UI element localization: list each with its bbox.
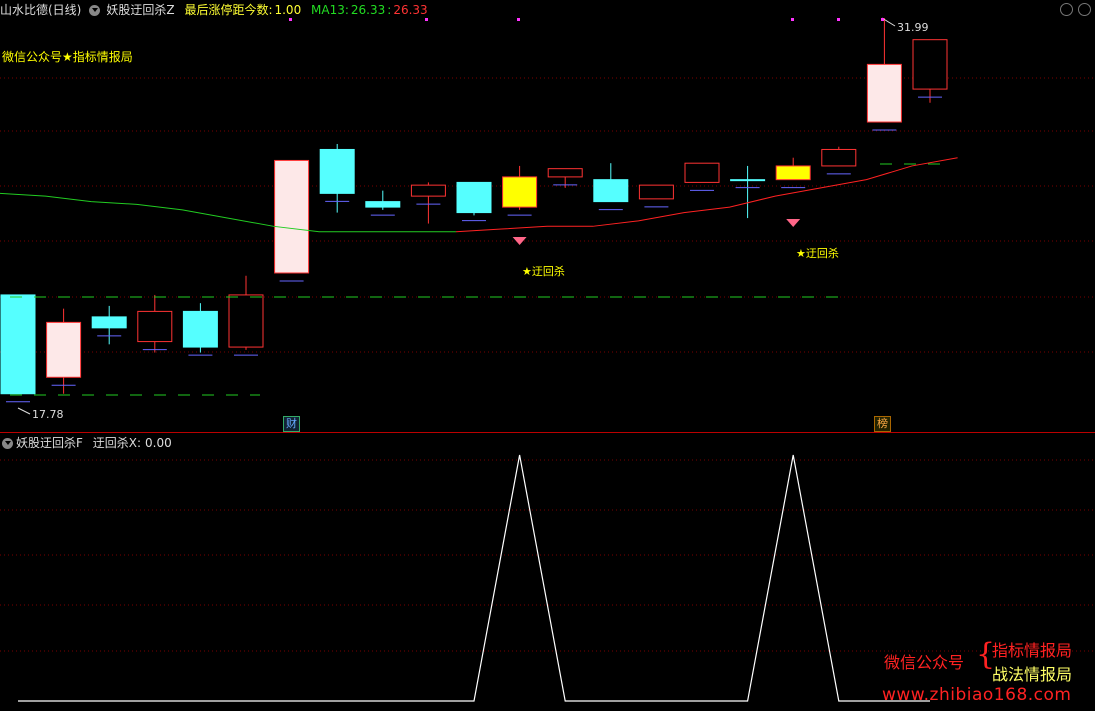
signal-marker-icon (786, 219, 801, 227)
candle-body (410, 184, 446, 197)
candle-body (319, 148, 355, 194)
candle (274, 159, 310, 282)
tag-finance[interactable]: 财 (283, 416, 300, 432)
candle-body (91, 316, 127, 329)
tag-ranking[interactable]: 榜 (874, 416, 891, 432)
candle (365, 190, 401, 216)
stock-name[interactable]: 山水比德(日线) (0, 3, 81, 17)
candle (866, 18, 902, 131)
signal-label: ★迂回杀 (796, 246, 839, 260)
candle (684, 162, 720, 191)
price-low-label: 17.78 (32, 408, 64, 421)
metric-label: 最后涨停距今数: (184, 3, 273, 17)
indicator-dropdown-icon[interactable] (2, 438, 13, 449)
candle (182, 303, 218, 356)
candle (46, 308, 82, 394)
candle (912, 39, 948, 103)
brand-url: www.zhibiao168.com (882, 685, 1072, 705)
sub-indicator-name[interactable]: 妖股迂回杀F (16, 436, 83, 450)
candle (593, 163, 629, 211)
brand-line2: 战法情报局 (992, 665, 1073, 684)
brand-line1: 指标情报局 (992, 641, 1073, 660)
candle-body (137, 310, 173, 343)
candle-body (46, 321, 82, 378)
candle-body (638, 184, 674, 200)
candlestick-chart: 31.99 17.78 ★迂回杀 ★迂回杀 (0, 17, 1095, 421)
candle (730, 165, 766, 219)
candle (456, 181, 492, 222)
candle (547, 168, 583, 188)
main-chart-panel: 31.99 17.78 ★迂回杀 ★迂回杀 山水比德(日线) 妖股迂回杀Z 最后涨停距今… (0, 0, 1095, 432)
candle-body (365, 201, 401, 208)
indicator-panel: 妖股迂回杀F 迂回杀X: 0.00 微信公众号 { 指标情报局 战法情报局 www… (0, 432, 1095, 711)
candle-body (866, 63, 902, 123)
close-icon[interactable] (1078, 3, 1091, 16)
indicator-name[interactable]: 妖股迂回杀Z (106, 3, 174, 17)
candle-body (274, 159, 310, 274)
candle (502, 165, 538, 216)
candle-body (502, 176, 538, 208)
candle (775, 157, 811, 189)
indicator-header: 妖股迂回杀F 迂回杀X: 0.00 (0, 435, 172, 451)
candle-body (730, 179, 766, 182)
candle (0, 294, 36, 403)
ma13-line-green (0, 192, 456, 233)
candle-body (547, 168, 583, 178)
candle (91, 305, 127, 345)
candle-body (228, 294, 264, 348)
candle (228, 275, 264, 356)
separator: : (387, 3, 392, 17)
series-value: 0.00 (145, 436, 172, 450)
ma-label: MA13: (311, 3, 349, 17)
series-label: 迂回杀X: (92, 436, 141, 450)
signal-line (18, 454, 930, 702)
candle-body (182, 310, 218, 348)
candle-body (593, 179, 629, 203)
indicator-dropdown-icon[interactable] (89, 5, 101, 16)
ma-value: 26.33 (350, 3, 386, 17)
candle-body (456, 181, 492, 214)
watermark-text: 微信公众号★指标情报局 (2, 50, 133, 64)
candle (410, 182, 446, 224)
candle-body (912, 39, 948, 90)
brand-wechat: 微信公众号 (884, 653, 965, 672)
candle (638, 184, 674, 208)
signal-label: ★迂回杀 (522, 264, 565, 278)
brand-watermark: 微信公众号 { 指标情报局 战法情报局 www.zhibiao168.com (878, 635, 1090, 711)
candle-body (821, 148, 857, 167)
price-high-label: 31.99 (897, 21, 929, 34)
candle-body (0, 294, 36, 395)
low-pointer (17, 407, 31, 415)
candle (137, 294, 173, 353)
settings-icon[interactable] (1060, 3, 1073, 16)
ma-value-2: 26.33 (393, 3, 428, 17)
metric-value: 1.00 (274, 3, 302, 17)
candle (319, 143, 355, 213)
candle-body (775, 165, 811, 181)
candle (821, 146, 857, 175)
candle-body (684, 162, 720, 183)
chart-header: 山水比德(日线) 妖股迂回杀Z 最后涨停距今数: 1.00 MA13: 26.33:2… (0, 0, 1095, 20)
